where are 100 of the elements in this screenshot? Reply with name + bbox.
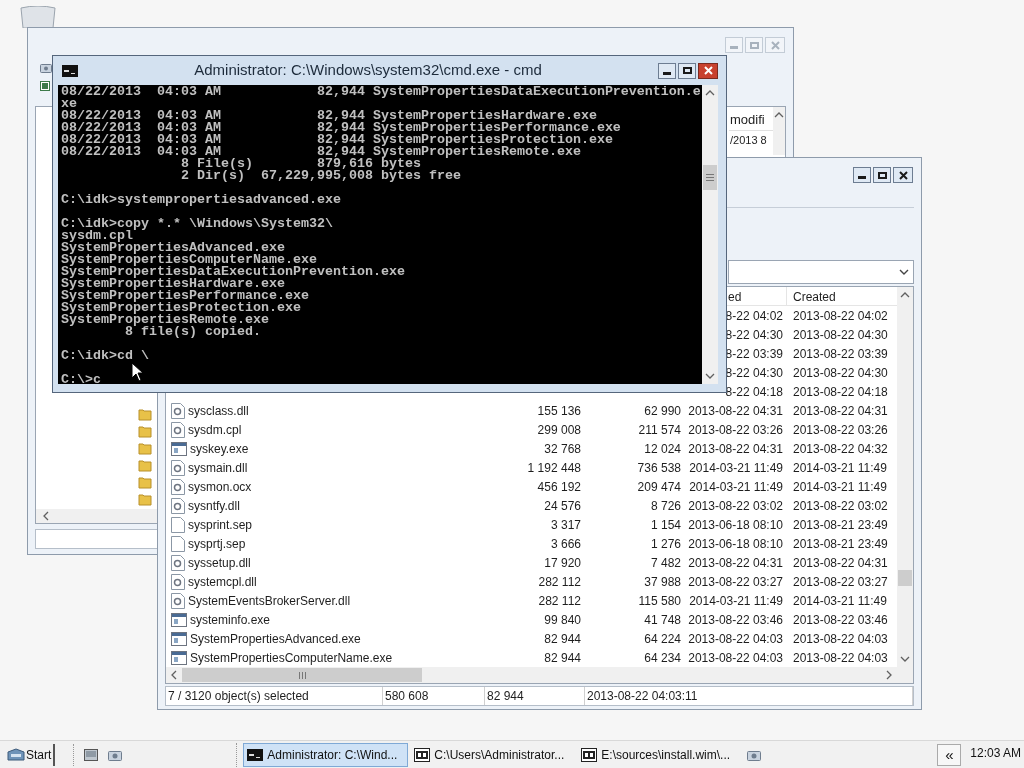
console-line: SystemPropertiesProtection.exe [61,302,301,314]
file-name[interactable]: sysprint.sep [188,515,253,534]
file-name[interactable]: sysclass.dll [188,401,249,420]
folder-icon [138,424,152,438]
vertical-scrollbar[interactable] [897,287,913,667]
file-name[interactable]: syskey.exe [190,439,249,458]
horizontal-scrollbar[interactable] [166,667,897,683]
table-cell-text: 8 726 [650,497,681,515]
table-cell-text: 3 666 [550,535,581,553]
horizontal-scrollbar[interactable] [36,509,160,523]
column-header[interactable]: ed [728,287,742,306]
table-cell-text: 2014-03-21 11:49 [793,459,887,477]
table-cell-text: 41 748 [644,611,681,629]
table-cell-text: 1 276 [650,535,681,553]
archive-icon [581,747,598,762]
close-button[interactable] [698,62,718,79]
console-line: xe [61,98,77,110]
gear-document-icon [171,573,185,590]
file-name[interactable]: sysdm.cpl [188,420,242,439]
table-cell-text: 2013-08-22 04:31 [793,402,888,420]
close-icon [898,170,908,180]
taskbar-button[interactable]: C:\Users\Administrator... [410,742,576,767]
table-cell-text: 2013-08-22 03:02 [688,497,783,515]
path-combobox[interactable] [728,260,914,284]
table-cell-text: 12 024 [644,440,681,458]
window-title: Administrator: C:\Windows\system32\cmd.exe - cmd [193,60,543,81]
table-cell-text: 282 112 [538,573,581,591]
file-name[interactable]: systeminfo.exe [190,610,271,629]
gear-document-icon [171,497,185,514]
minimize-button[interactable] [853,167,871,183]
folder-icon [138,407,152,421]
status-text: 2013-08-22 04:03:11 [585,687,913,705]
table-cell-text: 1 154 [650,516,681,534]
table-cell-text: 2013-08-22 03:46 [793,611,888,629]
file-name[interactable]: SystemPropertiesAdvanced.exe [190,629,361,648]
table-cell-text: 2013-08-21 23:49 [793,516,888,534]
table-cell-text: 2013-08-22 04:03 [688,649,783,667]
scrollbar-thumb[interactable] [898,570,912,586]
file-name[interactable]: syssetup.dll [188,553,251,572]
vertical-scrollbar[interactable] [702,85,718,384]
gear-document-icon [171,592,185,609]
start-button[interactable]: Start [7,743,56,766]
table-cell-text: 155 136 [537,402,581,420]
console-line: 08/22/2013 04:03 AM 82,944 SystemPropertiesProtection.exe [61,134,613,146]
scrollbar-thumb[interactable] [703,165,717,190]
camera-icon[interactable] [747,748,762,761]
table-cell-text: 2013-08-22 04:03 [688,630,783,648]
file-name[interactable]: sysprtj.sep [188,534,246,553]
minimize-icon [858,176,866,179]
folder-icon [138,492,152,506]
maximize-button[interactable] [678,62,696,79]
maximize-button[interactable] [873,167,891,183]
table-cell-text: 2013-08-22 04:02 [793,307,888,325]
table-cell-text: 37 988 [644,573,681,591]
table-cell-text: 2013-06-18 08:10 [688,535,783,553]
folder-icon [138,458,152,472]
table-cell-text: 2014-03-21 11:49 [689,478,783,496]
maximize-icon [682,67,692,74]
file-name[interactable]: sysntfy.dll [188,496,240,515]
close-button[interactable] [893,167,913,183]
console-line: SystemPropertiesAdvanced.exe [61,242,285,254]
table-cell-text: 282 112 [538,592,581,610]
minimize-button[interactable] [658,62,676,79]
table-cell-text: 2013-08-22 04:31 [688,554,783,572]
table-cell-text: 115 580 [638,592,681,610]
file-name[interactable]: systemcpl.dll [188,572,257,591]
table-cell-text: 64 224 [644,630,681,648]
table-cell-text: 2013-08-22 04:03 [793,649,888,667]
table-cell-text: 736 538 [637,459,681,477]
file-name[interactable]: sysmain.dll [188,458,248,477]
expand-tray-button[interactable]: « [937,743,962,766]
start-icon [7,747,25,762]
scrollbar-thumb[interactable] [182,668,422,682]
program-window-icon [171,631,187,646]
console-icon [247,748,264,761]
file-name[interactable]: sysmon.ocx [188,477,252,496]
table-cell-text: 2013-08-22 03:46 [688,611,783,629]
console-line: SystemPropertiesComputerName.exe [61,254,317,266]
vertical-scrollbar[interactable] [773,107,785,155]
desktop-icon[interactable] [84,748,99,761]
taskbar-button[interactable]: E:\sources\install.wim\... [577,742,743,767]
table-cell-text: 2013-08-22 04:31 [688,440,783,458]
table-cell-text: /2013 8 [729,132,768,148]
camera-icon[interactable] [108,748,123,761]
gear-document-icon [171,554,185,571]
table-cell-text: 2013-08-22 04:31 [688,402,783,420]
column-header[interactable]: Created [787,287,887,306]
console-line: C:\idk>cd \ [61,350,149,362]
gear-document-icon [171,421,185,438]
close-icon [770,40,780,50]
table-cell-text: 2014-03-21 11:49 [689,459,783,477]
table-cell-text: 24 576 [544,497,581,515]
file-name[interactable]: SystemPropertiesComputerName.exe [190,648,393,667]
status-text: 82 944 [485,687,585,705]
file-name[interactable]: SystemEventsBrokerServer.dll [188,591,351,610]
table-cell-text: 299 008 [537,421,581,439]
table-cell-text: 62 990 [644,402,681,420]
dropdown-caret-icon [899,268,909,276]
taskbar-button[interactable]: Administrator: C:\Wind... [243,742,409,767]
table-cell-text: 2013-08-22 03:39 [793,345,888,363]
